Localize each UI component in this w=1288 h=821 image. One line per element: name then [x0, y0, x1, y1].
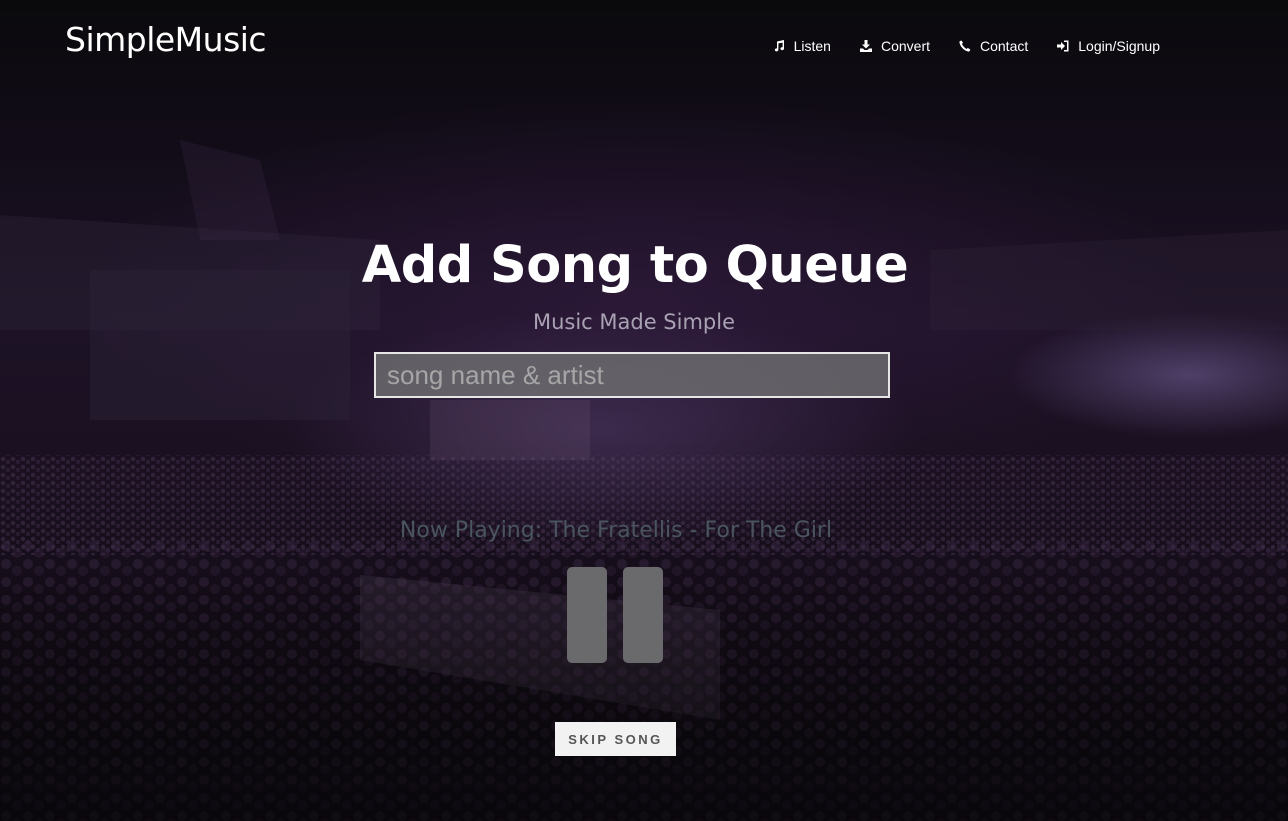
nav-login-signup-label: Login/Signup	[1078, 38, 1160, 54]
pause-bar-left	[567, 567, 607, 663]
pause-button[interactable]	[567, 567, 664, 664]
nav-contact[interactable]: Contact	[959, 38, 1028, 54]
now-playing-text: Now Playing: The Fratellis - For The Gir…	[399, 518, 833, 543]
brand-logo[interactable]: SimpleMusic	[65, 20, 267, 59]
pause-bar-right	[623, 567, 663, 663]
nav-convert-label: Convert	[880, 38, 930, 54]
nav-listen-label: Listen	[793, 38, 831, 54]
navbar: SimpleMusic Listen Convert Contact Login…	[0, 0, 1288, 90]
download-icon	[859, 40, 872, 52]
phone-icon	[959, 40, 971, 52]
page-subtitle: Music Made Simple	[532, 310, 736, 334]
page-title: Add Song to Queue	[361, 236, 909, 295]
music-note-icon	[774, 40, 784, 52]
nav-links: Listen Convert Contact Login/Signup	[744, 38, 1160, 54]
nav-convert[interactable]: Convert	[859, 38, 930, 54]
login-icon	[1057, 40, 1069, 52]
page: SimpleMusic Listen Convert Contact Login…	[0, 0, 1288, 821]
skip-song-button[interactable]: SKIP SONG	[555, 722, 676, 756]
nav-contact-label: Contact	[980, 38, 1029, 54]
nav-listen[interactable]: Listen	[773, 38, 831, 54]
song-search-input[interactable]	[374, 352, 890, 398]
concert-crowd-background	[0, 140, 1288, 821]
nav-login-signup[interactable]: Login/Signup	[1057, 38, 1160, 54]
